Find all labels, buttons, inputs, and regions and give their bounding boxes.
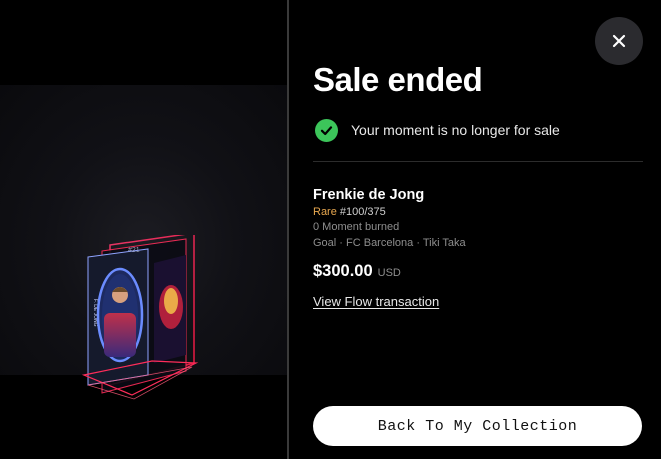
view-flow-transaction-link[interactable]: View Flow transaction: [313, 294, 439, 309]
sale-status: Your moment is no longer for sale: [315, 118, 560, 142]
moment-3d-viewer[interactable]: F. DE JONG #21: [0, 85, 288, 400]
divider: [313, 161, 643, 162]
sale-details-panel: Sale ended Your moment is no longer for …: [289, 0, 661, 459]
price-value: $300.00: [313, 262, 373, 280]
burned-count: 0 Moment burned: [313, 221, 400, 233]
close-button[interactable]: [595, 17, 643, 65]
page-title: Sale ended: [313, 61, 483, 98]
rarity-badge: Rare: [313, 206, 337, 218]
check-circle-icon: [315, 118, 338, 142]
moment-media-panel: F. DE JONG #21: [0, 0, 288, 459]
price-row: $300.00 USD: [313, 262, 401, 281]
back-to-collection-button[interactable]: Back To My Collection: [313, 406, 642, 446]
moment-meta: Goal · FC Barcelona · Tiki Taka: [313, 237, 466, 249]
serial-number: #100/375: [339, 206, 386, 218]
close-icon: [612, 34, 626, 48]
player-name: Frenkie de Jong: [313, 187, 425, 203]
moment-card-image: F. DE JONG #21: [82, 235, 199, 400]
rarity-serial: Rare #100/375: [313, 206, 386, 218]
card-number: #21: [128, 247, 140, 254]
status-message: Your moment is no longer for sale: [351, 122, 560, 138]
currency-label: USD: [377, 267, 401, 279]
